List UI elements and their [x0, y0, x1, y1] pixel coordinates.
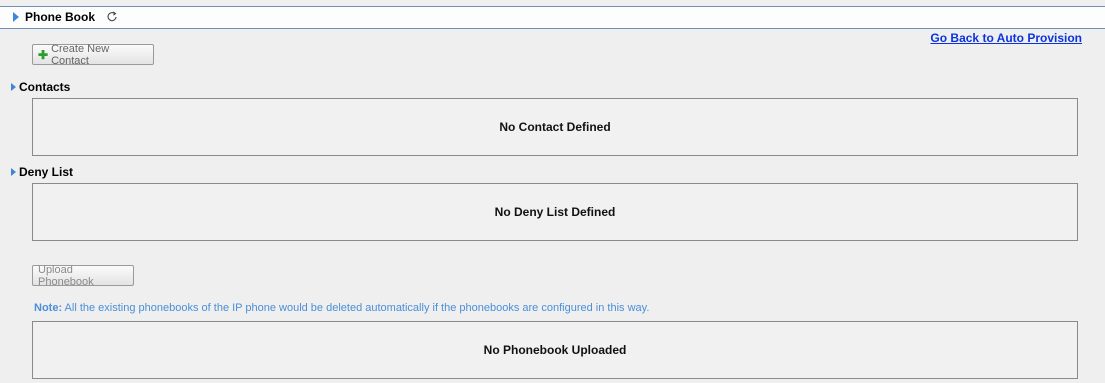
upload-phonebook-button[interactable]: Upload Phonebook — [32, 263, 134, 288]
expand-arrow-icon — [13, 12, 19, 22]
deny-list-title: Deny List — [19, 165, 74, 179]
upload-phonebook-label: Upload Phonebook — [38, 263, 94, 288]
page-header: Phone Book — [0, 6, 1105, 29]
contacts-section-title: Contacts — [11, 80, 70, 94]
create-new-contact-label: Create New Contact — [51, 42, 110, 67]
phonebook-note: Note: All the existing phonebooks of the… — [34, 302, 649, 314]
contacts-empty-message: No Contact Defined — [499, 120, 611, 134]
contacts-title: Contacts — [19, 80, 71, 94]
plus-icon: ✚ — [38, 47, 49, 62]
deny-list-empty-message: No Deny List Defined — [494, 205, 616, 219]
section-arrow-icon — [11, 83, 16, 91]
back-to-auto-provision-link[interactable]: Go Back to Auto Provision — [930, 31, 1082, 45]
phonebook-empty-message: No Phonebook Uploaded — [483, 343, 627, 357]
refresh-icon[interactable] — [106, 11, 118, 23]
create-new-contact-button[interactable]: ✚ Create New Contact — [32, 42, 154, 67]
note-text: All the existing phonebooks of the IP ph… — [62, 302, 650, 314]
deny-list-panel: No Deny List Defined — [32, 183, 1078, 241]
page-title: Phone Book — [25, 10, 96, 24]
contacts-panel: No Contact Defined — [32, 98, 1078, 156]
note-label: Note: — [34, 302, 63, 314]
section-arrow-icon — [11, 168, 16, 176]
phonebook-panel: No Phonebook Uploaded — [32, 321, 1078, 379]
deny-list-section-title: Deny List — [11, 165, 73, 179]
